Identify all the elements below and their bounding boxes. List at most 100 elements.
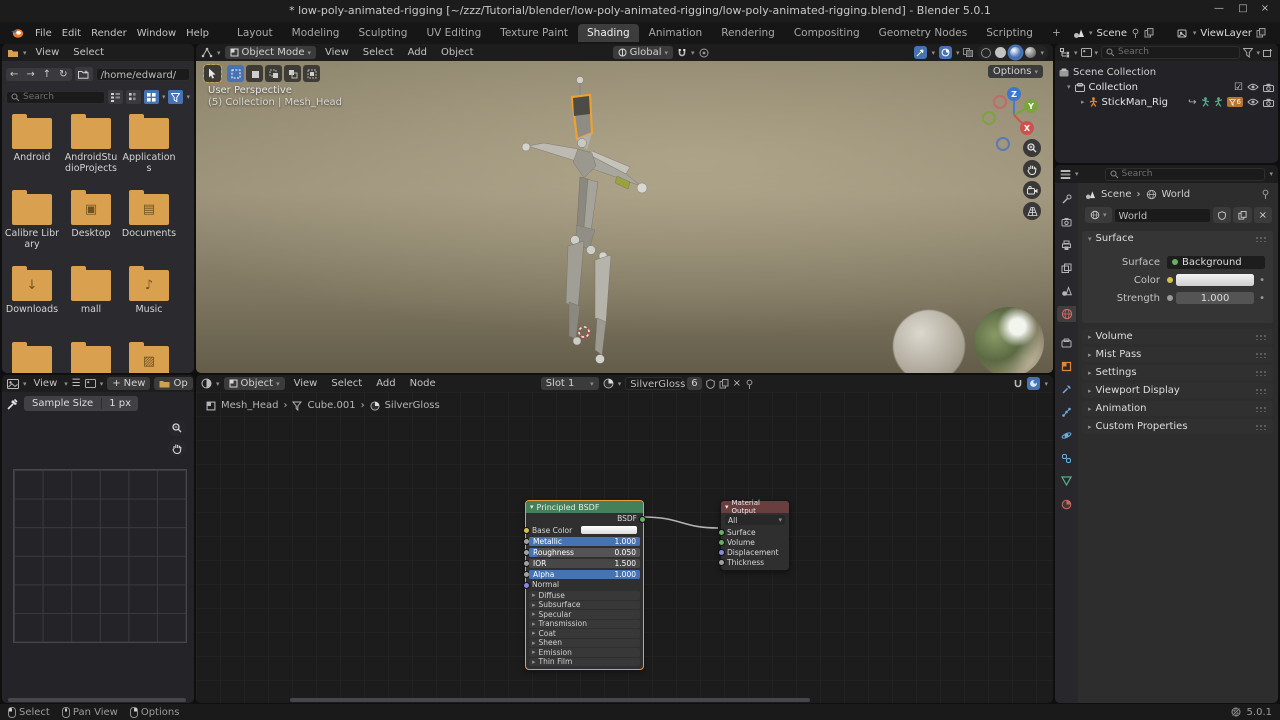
breadcrumb-object[interactable]: Mesh_Head bbox=[221, 400, 278, 411]
normal-socket[interactable] bbox=[523, 582, 530, 589]
shading-solid-icon[interactable] bbox=[995, 47, 1006, 58]
gizmo-axis-x-neg[interactable] bbox=[993, 95, 1007, 109]
workspace-tab-animation[interactable]: Animation bbox=[640, 24, 712, 42]
file-path-field[interactable]: /home/edward/ bbox=[96, 68, 190, 81]
editor-type-properties-icon[interactable] bbox=[1060, 169, 1071, 179]
panel-viewport-display[interactable]: ▸Viewport Display bbox=[1082, 383, 1273, 398]
disable-render-camera-icon[interactable] bbox=[1263, 83, 1274, 92]
workspace-tab-texture-paint[interactable]: Texture Paint bbox=[491, 24, 577, 42]
snap-magnet-icon[interactable] bbox=[1013, 379, 1023, 389]
material-output-node[interactable]: ▾ Material Output All ▾ Surface Volume D… bbox=[720, 500, 790, 571]
snap-dropdown-icon[interactable]: ▾ bbox=[1044, 380, 1048, 388]
sample-size-slider[interactable]: Sample Size 1 px bbox=[24, 396, 138, 411]
overlays-dropdown-icon[interactable]: ▾ bbox=[956, 49, 960, 57]
workspace-tab-compositing[interactable]: Compositing bbox=[785, 24, 869, 42]
blender-logo-icon[interactable] bbox=[10, 27, 24, 39]
tab-modifiers-icon[interactable] bbox=[1057, 381, 1076, 397]
image-dropdown-icon[interactable]: ▾ bbox=[100, 380, 104, 388]
editor-type-dropdown-icon[interactable]: ▾ bbox=[23, 49, 27, 57]
panel-animation[interactable]: ▸Animation bbox=[1082, 401, 1273, 416]
panel-volume[interactable]: ▸Volume bbox=[1082, 329, 1273, 344]
pin-icon[interactable] bbox=[1131, 28, 1140, 38]
output-target-dropdown[interactable]: All ▾ bbox=[725, 515, 785, 525]
display-mode-icon[interactable] bbox=[1081, 48, 1092, 57]
editor-type-dropdown-icon[interactable]: ▾ bbox=[217, 49, 221, 57]
stickman-character-model[interactable] bbox=[514, 69, 664, 369]
new-image-button[interactable]: +New bbox=[107, 377, 150, 390]
color-swatch[interactable] bbox=[1176, 274, 1254, 286]
surface-value-button[interactable]: Background bbox=[1167, 256, 1265, 269]
shader-menu-view[interactable]: View bbox=[289, 378, 323, 389]
material-name-field[interactable]: SilverGloss bbox=[625, 377, 683, 390]
material-dropdown-icon[interactable]: ▾ bbox=[618, 380, 622, 388]
panel-grip-icon[interactable] bbox=[1255, 334, 1267, 340]
pan-hand-gizmo-icon[interactable] bbox=[168, 439, 186, 457]
viewport-canvas[interactable]: Options▾ User Perspective (5) Collection… bbox=[196, 61, 1053, 373]
viewport-menu-view[interactable]: View bbox=[320, 47, 354, 58]
gizmo-axis-x[interactable]: X bbox=[1020, 121, 1034, 135]
display-horizontal-list-icon[interactable] bbox=[126, 90, 141, 104]
tab-object-data-icon[interactable] bbox=[1057, 473, 1076, 489]
select-box-subtract-button[interactable] bbox=[265, 65, 282, 82]
world-name-field[interactable]: World bbox=[1114, 208, 1211, 223]
folder-item[interactable]: ♪Music bbox=[120, 266, 178, 315]
menu-render[interactable]: Render bbox=[86, 28, 132, 39]
hide-eye-icon[interactable] bbox=[1247, 83, 1259, 91]
gizmo-dropdown-icon[interactable]: ▾ bbox=[931, 49, 935, 57]
nav-up-button[interactable]: ↑ bbox=[39, 68, 55, 81]
breadcrumb-scene[interactable]: Scene bbox=[1101, 189, 1132, 200]
bsdf-output-socket[interactable] bbox=[639, 516, 646, 523]
section-emission[interactable]: ▸Emission bbox=[529, 648, 640, 657]
viewport-grid-icon[interactable] bbox=[1023, 202, 1041, 220]
section-coat[interactable]: ▸Coat bbox=[529, 629, 640, 638]
editor-type-viewport-icon[interactable] bbox=[201, 47, 213, 58]
editor-type-outliner-icon[interactable] bbox=[1060, 48, 1071, 58]
volume-input-row[interactable]: Volume bbox=[721, 537, 789, 547]
shader-menu-add[interactable]: Add bbox=[371, 378, 400, 389]
displacement-input-row[interactable]: Displacement bbox=[721, 547, 789, 557]
maximize-button[interactable]: □ bbox=[1234, 3, 1252, 14]
properties-options-dropdown-icon[interactable]: ▾ bbox=[1269, 170, 1273, 178]
file-browser-menu-select[interactable]: Select bbox=[68, 47, 109, 58]
select-box-invert-button[interactable] bbox=[284, 65, 301, 82]
workspace-tab-uv-editing[interactable]: UV Editing bbox=[417, 24, 490, 42]
gizmo-axis-y-neg[interactable] bbox=[982, 111, 996, 125]
menu-window[interactable]: Window bbox=[132, 28, 181, 39]
panel-grip-icon[interactable] bbox=[1255, 370, 1267, 376]
workspace-tab-sculpting[interactable]: Sculpting bbox=[349, 24, 416, 42]
editor-type-shader-icon[interactable] bbox=[201, 378, 212, 389]
viewport-zoom-icon[interactable] bbox=[1023, 139, 1041, 157]
workspace-tab-shading[interactable]: Shading bbox=[578, 24, 639, 42]
world-browse-button[interactable]: ▾ bbox=[1085, 207, 1112, 223]
thickness-input-socket[interactable] bbox=[718, 559, 725, 566]
tab-viewlayer-icon[interactable] bbox=[1057, 260, 1076, 276]
alpha-row[interactable]: Alpha1.000 bbox=[526, 569, 643, 579]
section-specular[interactable]: ▸Specular bbox=[529, 610, 640, 619]
viewlayer-icon[interactable] bbox=[1177, 28, 1189, 39]
display-vertical-list-icon[interactable] bbox=[108, 90, 123, 104]
editor-type-image-icon[interactable] bbox=[7, 379, 19, 389]
select-box-new-button[interactable] bbox=[227, 65, 244, 82]
scene-name[interactable]: Scene bbox=[1097, 28, 1128, 39]
properties-search-input[interactable] bbox=[1122, 168, 1212, 181]
outliner-row-stickman-rig[interactable]: ▸ StickMan_Rig ↪ 6 bbox=[1059, 95, 1274, 109]
unlink-material-icon[interactable]: × bbox=[733, 378, 741, 389]
tab-scene-icon[interactable] bbox=[1057, 283, 1076, 299]
expand-icon[interactable]: ▸ bbox=[1081, 98, 1085, 106]
filter-dropdown-icon[interactable]: ▾ bbox=[1256, 49, 1260, 57]
folder-item[interactable]: Android bbox=[3, 114, 61, 163]
collapse-icon[interactable]: ▾ bbox=[1067, 83, 1071, 91]
tab-object-icon[interactable] bbox=[1057, 358, 1076, 374]
output-node-header[interactable]: ▾ Material Output bbox=[721, 501, 789, 513]
collapse-icon[interactable]: ▾ bbox=[530, 503, 534, 511]
nav-forward-button[interactable]: → bbox=[22, 68, 38, 81]
tab-physics-icon[interactable] bbox=[1057, 427, 1076, 443]
menu-help[interactable]: Help bbox=[181, 28, 214, 39]
copy-icon[interactable] bbox=[1256, 28, 1266, 38]
material-slot-dropdown[interactable]: Slot 1▾ bbox=[541, 377, 599, 390]
viewlayer-name[interactable]: ViewLayer bbox=[1200, 28, 1252, 39]
material-users-count-button[interactable]: 6 bbox=[687, 377, 701, 390]
section-transmission[interactable]: ▸Transmission bbox=[529, 620, 640, 629]
show-gizmo-icon[interactable] bbox=[914, 46, 927, 59]
fake-user-shield-icon[interactable] bbox=[706, 379, 715, 389]
